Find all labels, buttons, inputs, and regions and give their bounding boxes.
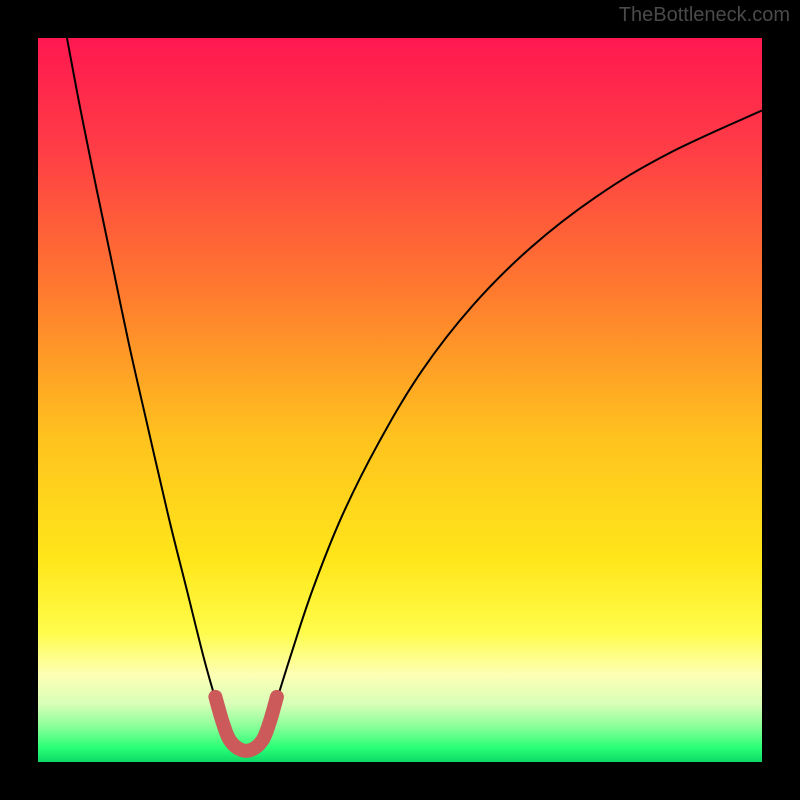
chart-container: TheBottleneck.com [0, 0, 800, 800]
watermark-text: TheBottleneck.com [619, 4, 790, 27]
plot-svg [38, 38, 762, 762]
gradient-background [38, 38, 762, 762]
